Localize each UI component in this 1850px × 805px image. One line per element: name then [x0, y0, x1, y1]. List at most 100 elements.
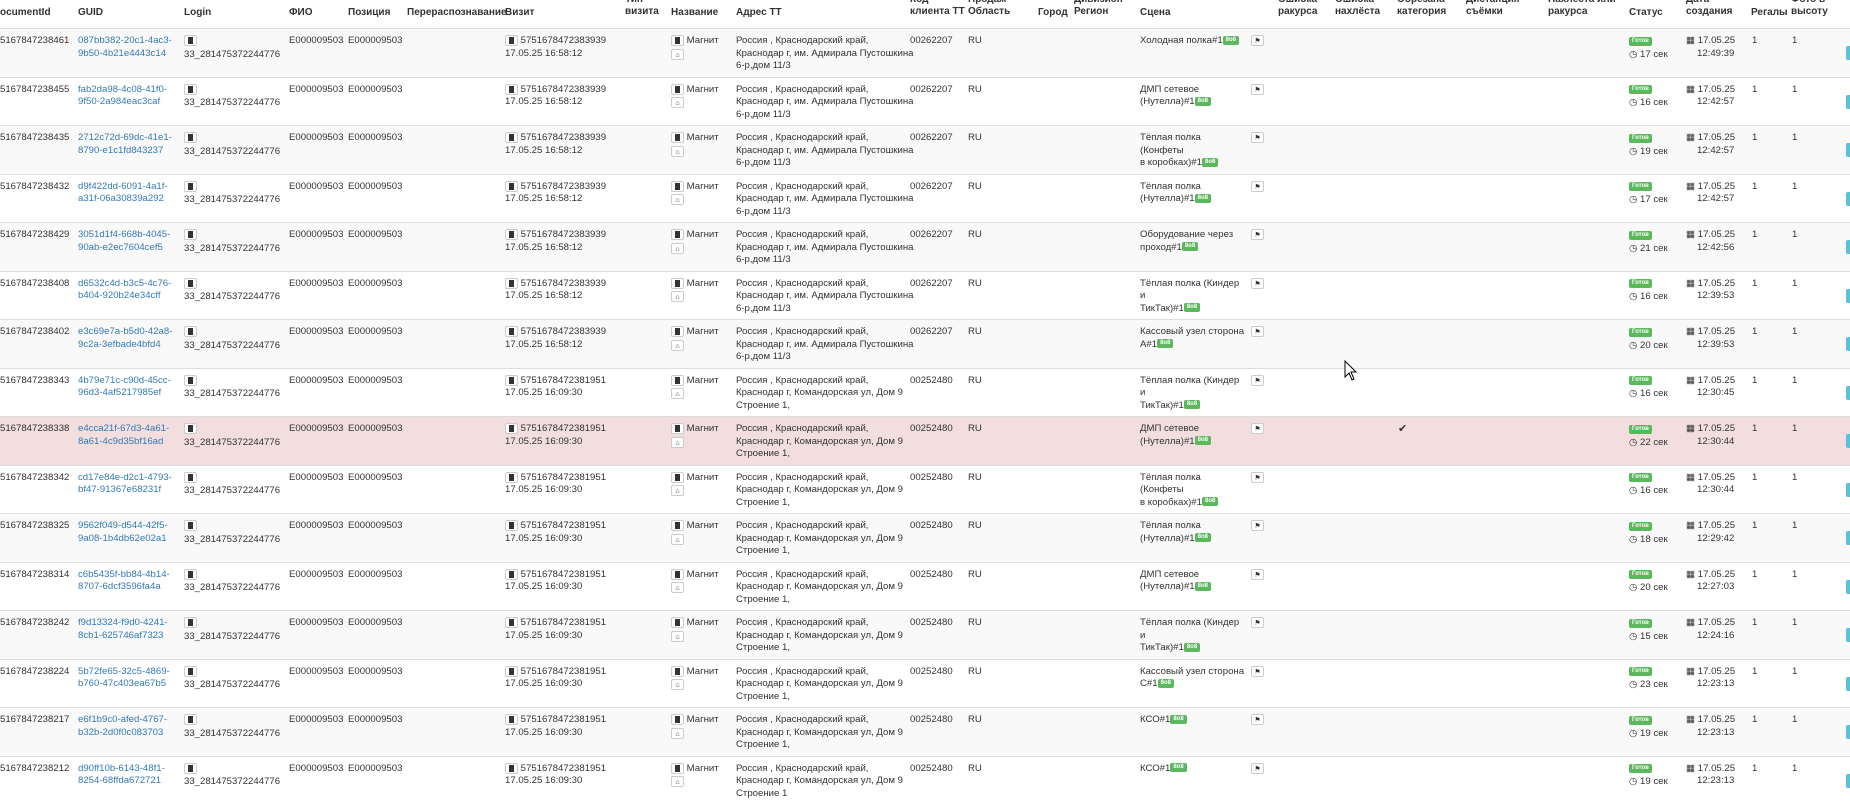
document-icon[interactable] — [184, 617, 197, 628]
store-document-icon[interactable] — [671, 132, 684, 143]
flag-icon[interactable]: ⚑ — [1251, 277, 1264, 289]
col-overlap-error[interactable]: Ошибка нахлёста — [1335, 0, 1385, 18]
document-icon[interactable] — [184, 423, 197, 434]
row-action-tab[interactable] — [1846, 676, 1850, 691]
store-document-icon[interactable] — [671, 277, 684, 289]
visit-document-icon[interactable] — [505, 714, 518, 725]
visit-document-icon[interactable] — [505, 617, 518, 628]
row-action-tab[interactable] — [1846, 46, 1850, 60]
home-icon[interactable]: ⌂ — [671, 339, 684, 351]
guid-link[interactable]: c6b5435f-bb84-4b14- 8707-6dcf3596fa4a — [78, 569, 170, 594]
flag-icon[interactable]: ⚑ — [1251, 180, 1264, 192]
store-document-icon[interactable] — [671, 35, 684, 46]
document-icon[interactable] — [184, 520, 197, 531]
visit-document-icon[interactable] — [505, 83, 518, 95]
store-document-icon[interactable] — [671, 374, 684, 386]
store-document-icon[interactable] — [671, 665, 684, 677]
flag-icon[interactable]: ⚑ — [1251, 762, 1264, 774]
home-icon[interactable]: ⌂ — [671, 630, 684, 642]
store-document-icon[interactable] — [671, 617, 684, 628]
col-login[interactable]: Login — [184, 7, 211, 19]
col-created-date[interactable]: Дата создания — [1686, 0, 1736, 18]
col-fio[interactable]: ФИО — [289, 7, 313, 19]
col-tt-address[interactable]: Адрес ТТ — [736, 7, 782, 19]
document-icon[interactable] — [184, 665, 197, 677]
visit-document-icon[interactable] — [505, 665, 518, 677]
store-document-icon[interactable] — [671, 180, 684, 192]
document-icon[interactable] — [184, 83, 197, 95]
document-icon[interactable] — [184, 277, 197, 289]
table-row[interactable]: 5167847238402 e3c69e7a-b5d0-42a8- 9c2a-3e… — [0, 319, 1850, 368]
flag-icon[interactable]: ⚑ — [1251, 471, 1264, 483]
row-action-tab[interactable] — [1846, 288, 1850, 303]
document-icon[interactable] — [184, 471, 197, 483]
guid-link[interactable]: 2712c72d-69dc-41e1- 8790-e1c1fd843237 — [78, 132, 172, 157]
home-icon[interactable]: ⌂ — [671, 145, 684, 157]
visit-document-icon[interactable] — [505, 132, 518, 143]
home-icon[interactable]: ⌂ — [671, 388, 684, 400]
table-row[interactable]: 5167847238461 087bb382-20c1-4ac3- 9b50-4b… — [0, 28, 1850, 77]
col-visit-type[interactable]: Тип визита — [625, 0, 665, 18]
document-icon[interactable] — [184, 714, 197, 725]
table-row[interactable]: 5167847238217 e6f1b9c0-afed-4767- b32b-2d… — [0, 707, 1850, 756]
store-document-icon[interactable] — [671, 326, 684, 337]
row-action-tab[interactable] — [1846, 482, 1850, 497]
table-row[interactable]: 5167847238224 5b72fe65-32c5-4869- b760-47… — [0, 658, 1850, 708]
col-angle-error[interactable]: Ошибка ракурса — [1278, 0, 1328, 18]
document-icon[interactable] — [184, 568, 197, 580]
table-row[interactable]: 5167847238435 2712c72d-69dc-41e1- 8790-e1… — [0, 125, 1850, 174]
home-icon[interactable]: ⌂ — [671, 679, 684, 691]
flag-icon[interactable]: ⚑ — [1251, 374, 1264, 386]
row-action-tab[interactable] — [1846, 531, 1850, 545]
flag-icon[interactable]: ⚑ — [1251, 714, 1264, 725]
row-action-tab[interactable] — [1846, 579, 1850, 594]
col-position[interactable]: Позиция — [348, 7, 390, 19]
col-overlap-or-angle[interactable]: Нахлёста или ракурса — [1548, 0, 1623, 18]
home-icon[interactable]: ⌂ — [671, 97, 684, 109]
table-row[interactable]: 5167847238432 d9f422dd-6091-4a1f-a31f-06… — [0, 173, 1850, 223]
home-icon[interactable]: ⌂ — [671, 242, 684, 254]
guid-link[interactable]: e3c69e7a-b5d0-42a8- 9c2a-3efbade4bfd4 — [78, 326, 172, 351]
guid-link[interactable]: e4cca21f-67d3-4a61- 8a61-4c9d35bf16ad — [78, 423, 169, 448]
visit-document-icon[interactable] — [505, 568, 518, 580]
col-documentid[interactable]: ocumentId — [0, 7, 51, 19]
guid-link[interactable]: 5b72fe65-32c5-4869- b760-47c403ea67b5 — [78, 666, 170, 691]
home-icon[interactable]: ⌂ — [671, 582, 684, 594]
col-visit[interactable]: Визит — [505, 7, 534, 19]
col-redistribution[interactable]: Перераспознавание — [407, 7, 507, 19]
store-document-icon[interactable] — [671, 83, 684, 95]
row-action-tab[interactable] — [1846, 628, 1850, 642]
guid-link[interactable]: 087bb382-20c1-4ac3- 9b50-4b21e4443c14 — [78, 35, 172, 60]
row-action-tab[interactable] — [1846, 385, 1850, 400]
table-row[interactable]: 5167847238314 c6b5435f-bb84-4b14- 8707-6d… — [0, 561, 1850, 611]
flag-icon[interactable]: ⚑ — [1251, 132, 1264, 143]
table-row[interactable]: 5167847238455 fab2da98-4c08-41f0- 9f50-2a… — [0, 76, 1850, 126]
guid-link[interactable]: e6f1b9c0-afed-4767- b32b-2d0f0c083703 — [78, 714, 167, 739]
table-row[interactable]: 5167847238429 3051d1f4-668b-4045- 90ab-e2… — [0, 222, 1850, 271]
visit-document-icon[interactable] — [505, 762, 518, 774]
col-name[interactable]: Название — [671, 7, 718, 19]
visit-document-icon[interactable] — [505, 35, 518, 46]
flag-icon[interactable]: ⚑ — [1251, 35, 1264, 46]
home-icon[interactable]: ⌂ — [671, 776, 684, 788]
col-shelves[interactable]: Регалы — [1751, 7, 1788, 19]
document-icon[interactable] — [184, 35, 197, 46]
document-icon[interactable] — [184, 132, 197, 143]
visit-document-icon[interactable] — [505, 277, 518, 289]
col-guid[interactable]: GUID — [78, 7, 103, 19]
visit-document-icon[interactable] — [505, 180, 518, 192]
col-sales-region[interactable]: Продаж Область — [968, 0, 1018, 18]
table-row[interactable]: 5167847238212 d90ff10b-6143-48f1- 8254-68… — [0, 755, 1850, 805]
table-row[interactable]: 5167847238242 f9d13324-f9d0-4241- 8cb1-62… — [0, 610, 1850, 659]
guid-link[interactable]: 3051d1f4-668b-4045- 90ab-e2ec7604cef5 — [78, 229, 170, 254]
flag-icon[interactable]: ⚑ — [1251, 83, 1264, 95]
visit-document-icon[interactable] — [505, 229, 518, 240]
guid-link[interactable]: d90ff10b-6143-48f1- 8254-68ffda672721 — [78, 763, 165, 788]
row-action-tab[interactable] — [1846, 143, 1850, 157]
flag-icon[interactable]: ⚑ — [1251, 568, 1264, 580]
guid-link[interactable]: fab2da98-4c08-41f0- 9f50-2a984eac3caf — [78, 84, 167, 109]
guid-link[interactable]: 9562f049-d544-42f5- 9a08-1b4db62e02a1 — [78, 520, 168, 545]
col-tt-client-code[interactable]: Код клиента ТТ — [910, 0, 965, 18]
flag-icon[interactable]: ⚑ — [1251, 423, 1264, 434]
guid-link[interactable]: d9f422dd-6091-4a1f-a31f-06a30839a292 — [78, 181, 168, 206]
